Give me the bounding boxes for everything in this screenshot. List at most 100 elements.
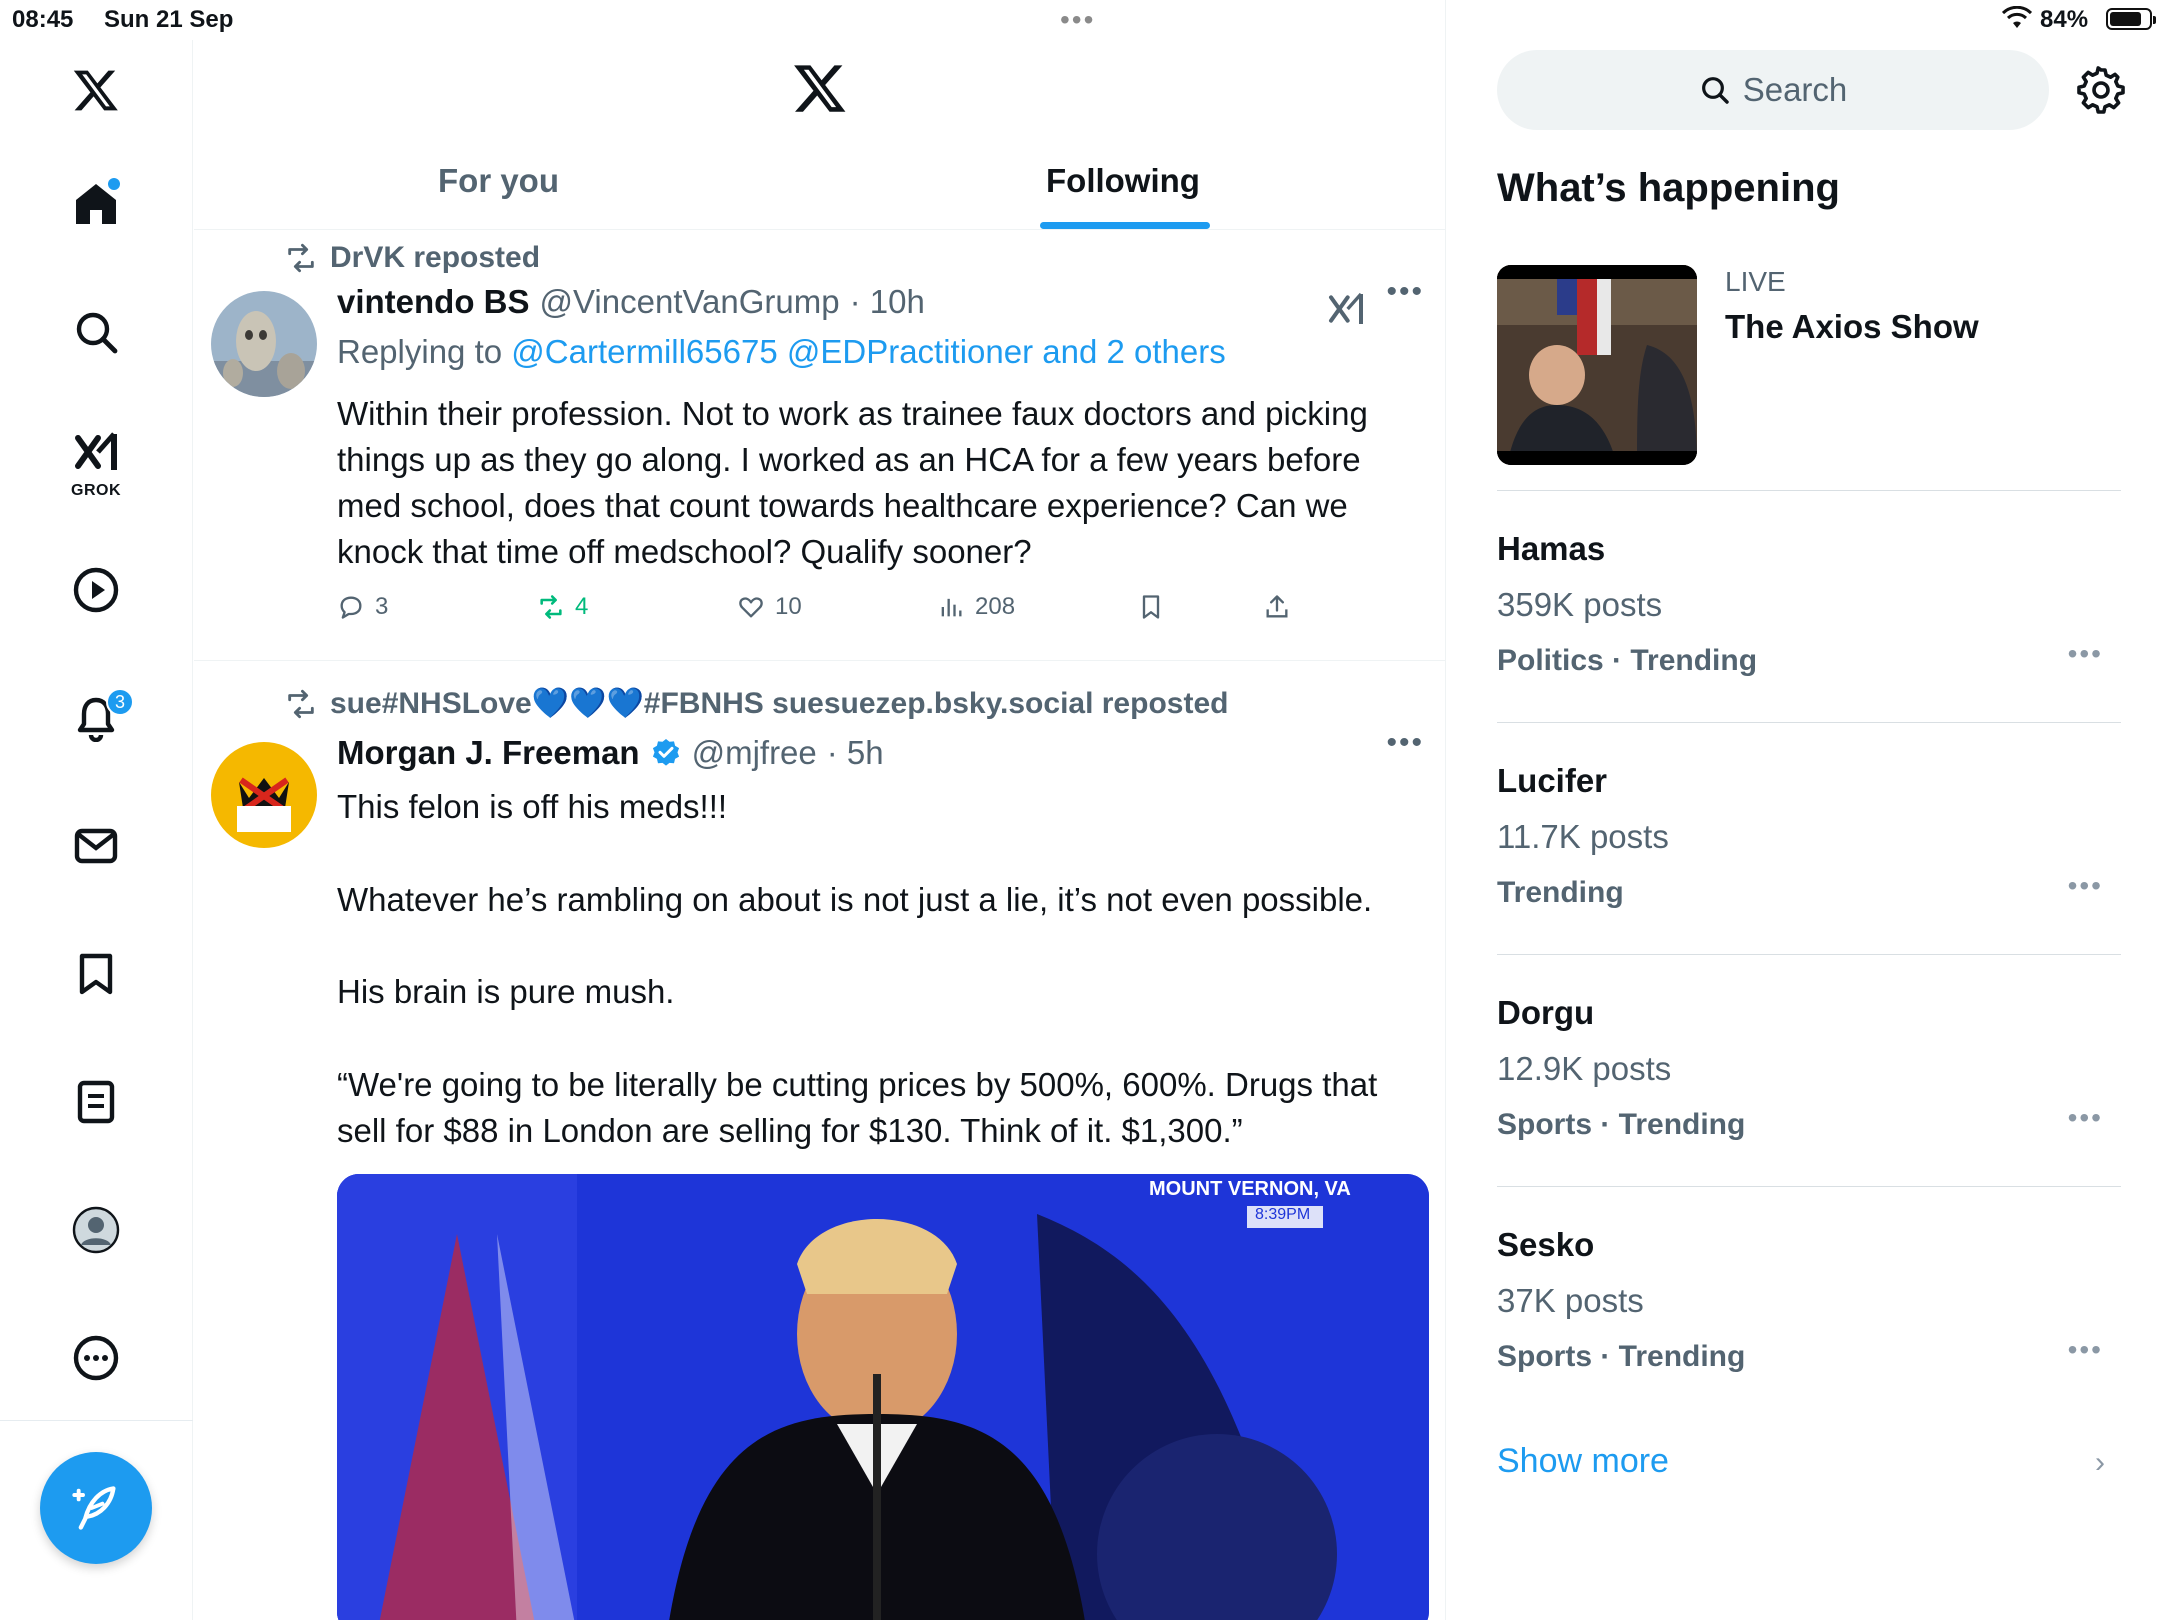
post-media-video[interactable]: MOUNT VERNON, VA 8:39PM: [337, 1174, 1429, 1620]
no-kings-avatar-image: [211, 742, 317, 848]
trend-item[interactable]: Dorgu 12.9K posts Sports · Trending •••: [1497, 994, 2121, 1194]
bookmark-button[interactable]: [1137, 593, 1165, 621]
nav-profile[interactable]: [60, 1194, 132, 1266]
avatar[interactable]: [211, 742, 317, 848]
trend-item[interactable]: Hamas 359K posts Politics · Trending •••: [1497, 530, 2121, 730]
trend-category: Sports · Trending: [1497, 1340, 1746, 1373]
like-button[interactable]: 10: [737, 593, 802, 621]
trend-more-icon[interactable]: •••: [2068, 638, 2103, 670]
nav-more[interactable]: [60, 1322, 132, 1394]
post-time: · 5h: [826, 734, 884, 771]
compose-icon: [72, 1486, 116, 1530]
nav-bookmarks[interactable]: [60, 938, 132, 1010]
replying-mentions[interactable]: @Cartermill65675 @EDPractitioner and 2 o…: [511, 333, 1225, 370]
trend-more-icon[interactable]: •••: [2068, 1102, 2103, 1134]
nav-divider: [0, 1420, 193, 1421]
post-actions: 3 4 10 208: [337, 593, 1337, 633]
search-icon: [76, 312, 118, 354]
active-tab-indicator: [1040, 222, 1210, 229]
timeline-tabs: For you Following: [194, 150, 1445, 230]
nav-messages[interactable]: [60, 810, 132, 882]
repost-indicator: sue#NHSLove💙💙💙#FBNHS suesuezep.bsky.soci…: [284, 686, 1228, 721]
tab-following[interactable]: Following: [1046, 162, 1200, 200]
nav-lists[interactable]: [60, 1066, 132, 1138]
repost-icon: [288, 243, 314, 273]
share-button[interactable]: [1263, 593, 1291, 621]
nav-explore[interactable]: [60, 296, 132, 368]
more-icon: [73, 1335, 119, 1381]
timeline-column: For you Following DrVK reposted vintendo…: [194, 0, 1446, 1620]
trend-category: Politics · Trending: [1497, 644, 1758, 677]
post-text: Within their profession. Not to work as …: [337, 395, 1378, 570]
replying-to: Replying to @Cartermill65675 @EDPractiti…: [337, 333, 1226, 371]
grok-icon[interactable]: [1326, 289, 1366, 329]
repost-button[interactable]: 4: [537, 593, 588, 621]
gear-icon[interactable]: [2077, 66, 2125, 114]
chevron-right-icon[interactable]: ›: [2095, 1446, 2105, 1480]
author-name[interactable]: Morgan J. Freeman: [337, 734, 640, 772]
whats-happening-heading: What’s happening: [1497, 166, 1840, 210]
nav-grok[interactable]: GROK: [60, 422, 132, 518]
nav-home[interactable]: [60, 168, 132, 240]
views-button[interactable]: 208: [937, 593, 1015, 621]
divider: [1497, 1186, 2121, 1187]
heart-icon: [739, 597, 763, 618]
trend-count: 37K posts: [1497, 1282, 1644, 1319]
post-text: This felon is off his meds!!! Whatever h…: [337, 788, 1378, 1150]
live-title[interactable]: The Axios Show: [1725, 308, 1979, 346]
reposted-by[interactable]: DrVK reposted: [330, 241, 540, 275]
lists-icon: [77, 1080, 115, 1124]
reply-count: 3: [375, 593, 389, 620]
bookmark-icon: [1142, 595, 1160, 619]
trend-title: Dorgu: [1497, 994, 1595, 1031]
search-placeholder: Search: [1742, 71, 1848, 108]
search-icon: [1701, 77, 1729, 104]
left-nav: GROK 3: [0, 40, 193, 1620]
nav-notifications[interactable]: 3: [60, 682, 134, 754]
video-timestamp: 8:39PM: [1255, 1206, 1311, 1223]
reply-icon: [340, 596, 362, 619]
repost-icon: [540, 595, 562, 619]
trend-title: Lucifer: [1497, 762, 1608, 799]
home-unread-dot: [108, 178, 120, 190]
grok-icon: [75, 432, 117, 470]
trend-category: Sports · Trending: [1497, 1108, 1746, 1141]
divider: [1497, 954, 2121, 955]
notifications-badge: 3: [106, 688, 134, 716]
search-input[interactable]: Search: [1497, 50, 2049, 130]
live-thumbnail[interactable]: [1497, 265, 1697, 465]
trend-count: 359K posts: [1497, 586, 1663, 623]
post[interactable]: sue#NHSLove💙💙💙#FBNHS suesuezep.bsky.soci…: [194, 662, 1445, 1620]
reposted-by[interactable]: sue#NHSLove💙💙💙#FBNHS suesuezep.bsky.soci…: [330, 686, 1228, 721]
author-handle[interactable]: @mjfree: [692, 734, 817, 772]
bookmark-icon: [79, 953, 113, 995]
trend-item[interactable]: Lucifer 11.7K posts Trending •••: [1497, 762, 2121, 962]
trend-more-icon[interactable]: •••: [2068, 870, 2103, 902]
post-more-icon[interactable]: •••: [1386, 275, 1424, 309]
trend-more-icon[interactable]: •••: [2068, 1334, 2103, 1366]
post-more-icon[interactable]: •••: [1386, 726, 1424, 760]
status-time: 08:45: [12, 6, 74, 33]
author-name[interactable]: vintendo BS: [337, 283, 530, 321]
replying-prefix: Replying to: [337, 333, 512, 370]
post-time: · 10h: [849, 283, 925, 320]
trend-title: Hamas: [1497, 530, 1606, 567]
video-frame-image: [337, 1174, 1429, 1620]
x-logo-icon: [73, 70, 118, 111]
repost-count: 4: [575, 593, 589, 620]
x-logo-icon[interactable]: [792, 60, 848, 116]
verified-badge-icon: [652, 739, 679, 766]
show-more-link[interactable]: Show more: [1497, 1442, 1669, 1481]
trend-count: 12.9K posts: [1497, 1050, 1672, 1087]
author-handle[interactable]: @VincentVanGrump: [540, 283, 840, 321]
reply-button[interactable]: 3: [337, 593, 388, 621]
compose-button[interactable]: [40, 1452, 152, 1564]
views-icon: [941, 598, 962, 617]
nav-video[interactable]: [60, 554, 132, 626]
tab-for-you[interactable]: For you: [438, 162, 559, 200]
post[interactable]: DrVK reposted vintendo BS @VincentVanGru…: [194, 231, 1445, 661]
nav-x-logo[interactable]: [60, 54, 132, 126]
post-header: Morgan J. Freeman @mjfree · 5h: [337, 734, 884, 772]
avatar[interactable]: [211, 291, 317, 397]
trend-item[interactable]: Sesko 37K posts Sports · Trending •••: [1497, 1226, 2121, 1426]
